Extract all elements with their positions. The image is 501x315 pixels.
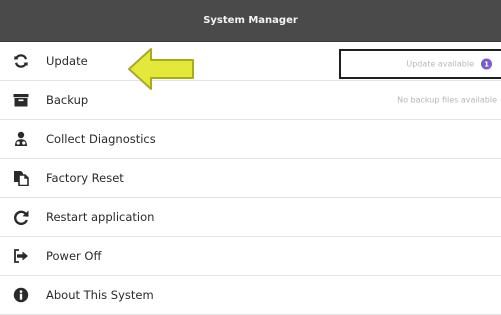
update-count-badge: 1 [481, 58, 492, 70]
user-gear-icon [11, 129, 31, 149]
document-copy-icon [11, 168, 31, 188]
menu-item-label: Power Off [46, 249, 102, 263]
menu-item-label: Update [46, 54, 88, 68]
system-menu: Update Backup No backup files available … [0, 42, 501, 315]
update-status: Update available [406, 59, 474, 69]
restart-icon [11, 207, 31, 227]
menu-item-about-this-system[interactable]: About This System [0, 276, 501, 315]
menu-item-label: Backup [46, 93, 89, 107]
refresh-icon [11, 51, 31, 71]
title-bar: System Manager [0, 0, 501, 42]
menu-item-restart-application[interactable]: Restart application [0, 198, 501, 237]
menu-item-label: Restart application [46, 210, 155, 224]
sign-out-icon [11, 246, 31, 266]
menu-item-label: Factory Reset [46, 171, 124, 185]
arrow-left-icon [128, 48, 194, 90]
menu-item-factory-reset[interactable]: Factory Reset [0, 159, 501, 198]
menu-item-power-off[interactable]: Power Off [0, 237, 501, 276]
backup-status: No backup files available [397, 95, 497, 105]
menu-item-collect-diagnostics[interactable]: Collect Diagnostics [0, 120, 501, 159]
menu-item-backup[interactable]: Backup No backup files available [0, 81, 501, 120]
window-title: System Manager [203, 15, 298, 26]
update-status-box: Update available 1 [339, 49, 501, 79]
menu-item-label: About This System [46, 288, 154, 302]
archive-box-icon [11, 90, 31, 110]
menu-item-label: Collect Diagnostics [46, 132, 156, 146]
info-circle-icon [11, 285, 31, 305]
